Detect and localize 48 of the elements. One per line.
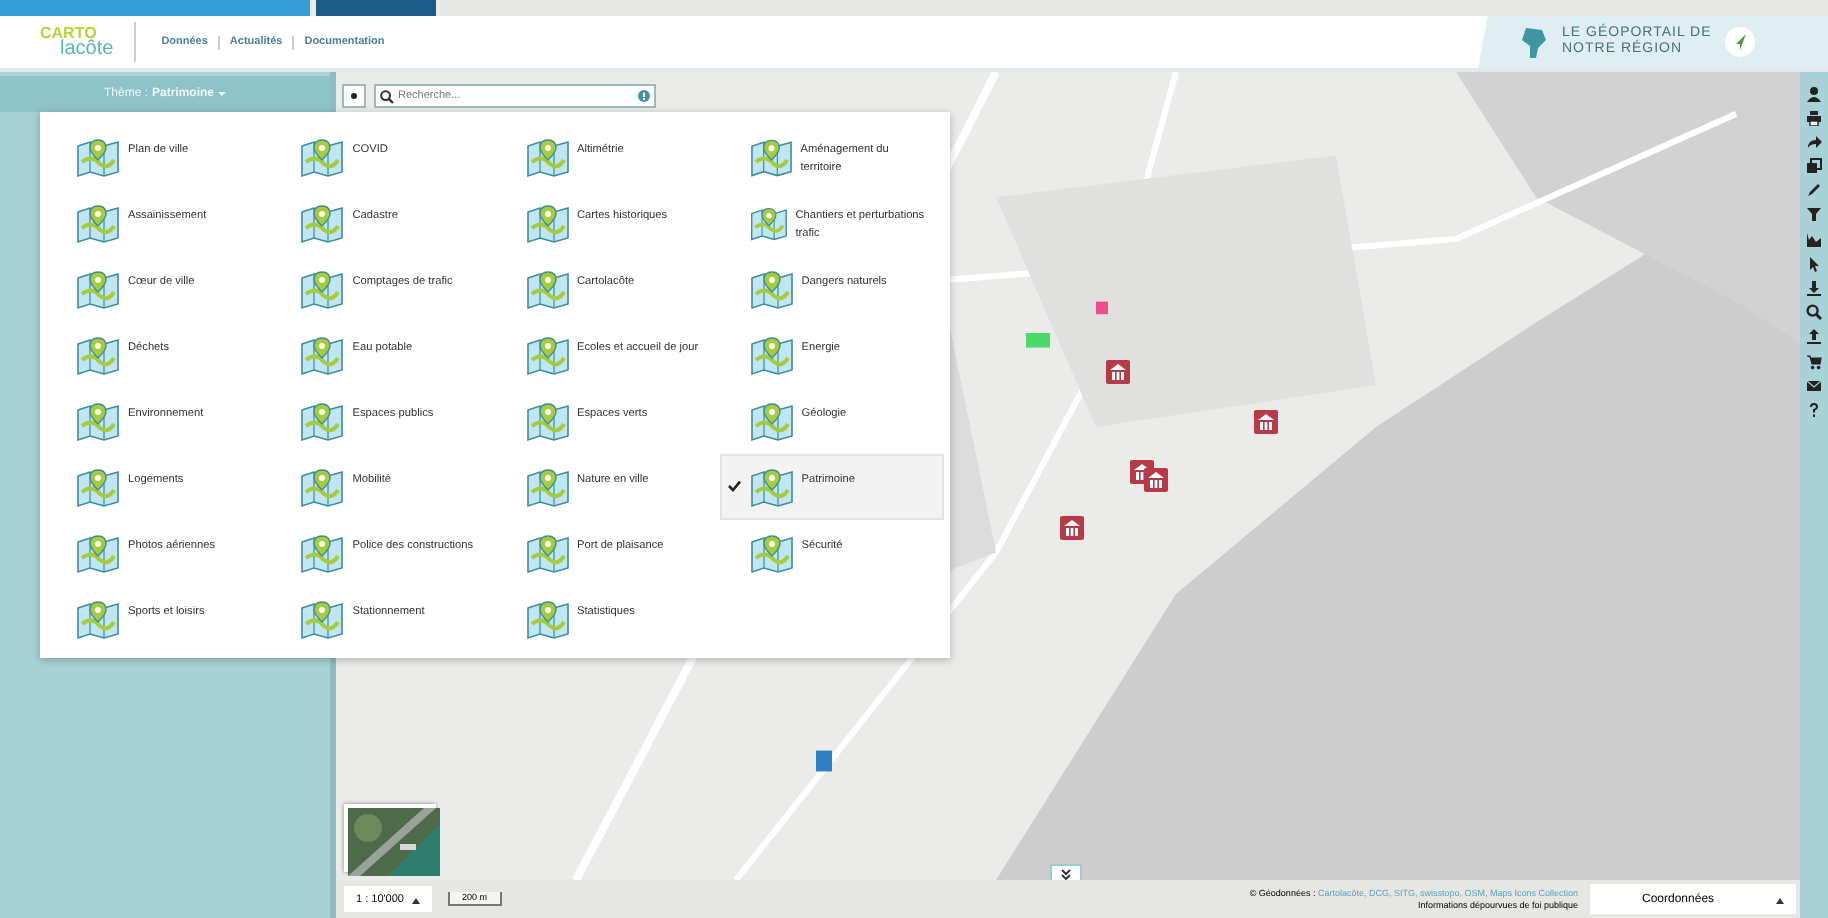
map-pin-icon — [76, 269, 120, 309]
map-pin-icon — [76, 401, 120, 441]
pencil-icon — [1806, 182, 1822, 199]
map-pin-icon — [76, 599, 120, 639]
map-pin-icon — [76, 533, 120, 573]
upload-icon — [1806, 328, 1822, 345]
map-pin-icon — [76, 335, 120, 375]
map-pin-icon — [300, 269, 345, 309]
region-map-icon — [1518, 24, 1550, 60]
compass-icon — [1723, 26, 1756, 58]
map-pin-icon — [300, 203, 345, 243]
cart-icon — [1806, 353, 1822, 370]
help-icon — [1806, 401, 1822, 418]
map-pin-icon — [300, 467, 345, 507]
toolbar-button[interactable] — [1802, 157, 1826, 176]
toolbar-button[interactable] — [1802, 352, 1826, 371]
print-icon — [1806, 109, 1822, 126]
caret-icon — [1776, 895, 1784, 903]
map-pin-icon — [76, 203, 120, 243]
pointer-icon — [1806, 255, 1822, 272]
input-field[interactable] — [0, 0, 310, 16]
toolbar-button[interactable] — [1802, 108, 1826, 127]
filter-icon — [1806, 206, 1822, 223]
toolbar-button[interactable] — [1802, 376, 1826, 395]
zoom-icon — [1806, 304, 1822, 321]
toolbar-button[interactable] — [1802, 303, 1826, 322]
map-pin-icon — [300, 401, 345, 441]
download-icon — [1806, 280, 1822, 296]
mail-icon — [1806, 377, 1822, 394]
toolbar-button[interactable] — [1802, 132, 1826, 151]
map-pin-icon — [300, 137, 345, 177]
toolbar-button[interactable] — [1802, 205, 1826, 224]
share-icon — [1806, 133, 1822, 150]
toolbar-button[interactable] — [1802, 279, 1826, 297]
toolbar-button[interactable] — [1802, 230, 1826, 249]
map-pin-icon — [300, 335, 345, 375]
area-chart-icon — [1806, 231, 1822, 248]
caret-icon — [412, 895, 420, 903]
map-pin-icon — [76, 467, 120, 507]
user-icon — [1806, 85, 1822, 101]
toolbar-button[interactable] — [1802, 181, 1826, 200]
caret-icon — [218, 90, 227, 98]
toolbar-button[interactable] — [1802, 84, 1826, 102]
windows-icon — [1806, 158, 1822, 175]
map-pin-icon — [76, 137, 120, 177]
map-pin-icon — [300, 599, 345, 639]
map-pin-icon — [300, 533, 345, 573]
toolbar-button[interactable] — [1802, 327, 1826, 346]
